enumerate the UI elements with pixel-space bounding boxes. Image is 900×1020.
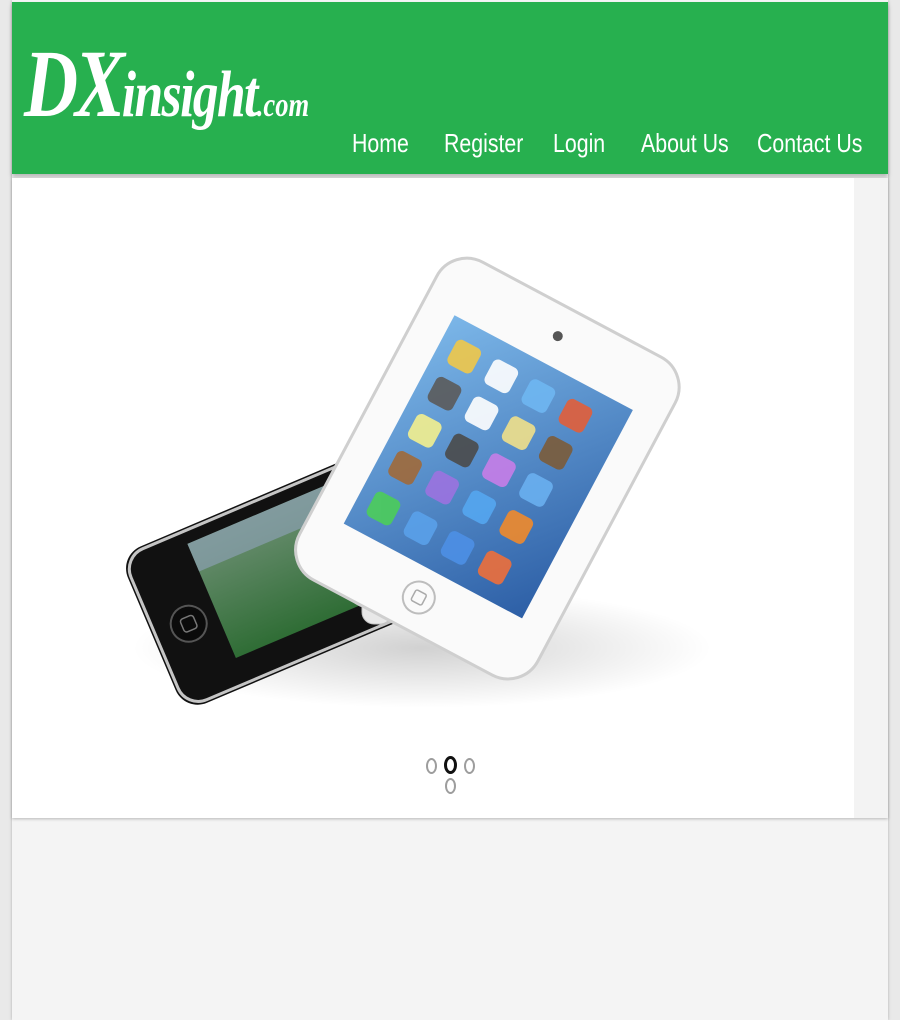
nav-login[interactable]: Login [553, 128, 605, 159]
image-slider [12, 178, 888, 818]
logo-dotcom: .com [256, 87, 310, 124]
site-header: DXinsight.com Home Register Login About … [12, 2, 888, 174]
slider-dot-3[interactable] [464, 758, 475, 774]
main-nav: Home Register Login About Us Contact Us [12, 128, 888, 168]
slider-pagination [422, 756, 482, 806]
slider-dot-4[interactable] [445, 778, 456, 794]
logo-insight: insight [121, 58, 259, 131]
slider-gutter [854, 178, 888, 818]
logo-dx: DX [24, 30, 125, 137]
nav-register[interactable]: Register [444, 128, 523, 159]
nav-about-us[interactable]: About Us [641, 128, 729, 159]
slider-dot-2-active[interactable] [444, 756, 457, 774]
nav-contact-us[interactable]: Contact Us [757, 128, 862, 159]
nav-home[interactable]: Home [352, 128, 409, 159]
slide-image [126, 256, 712, 708]
slider-dot-1[interactable] [426, 758, 437, 774]
